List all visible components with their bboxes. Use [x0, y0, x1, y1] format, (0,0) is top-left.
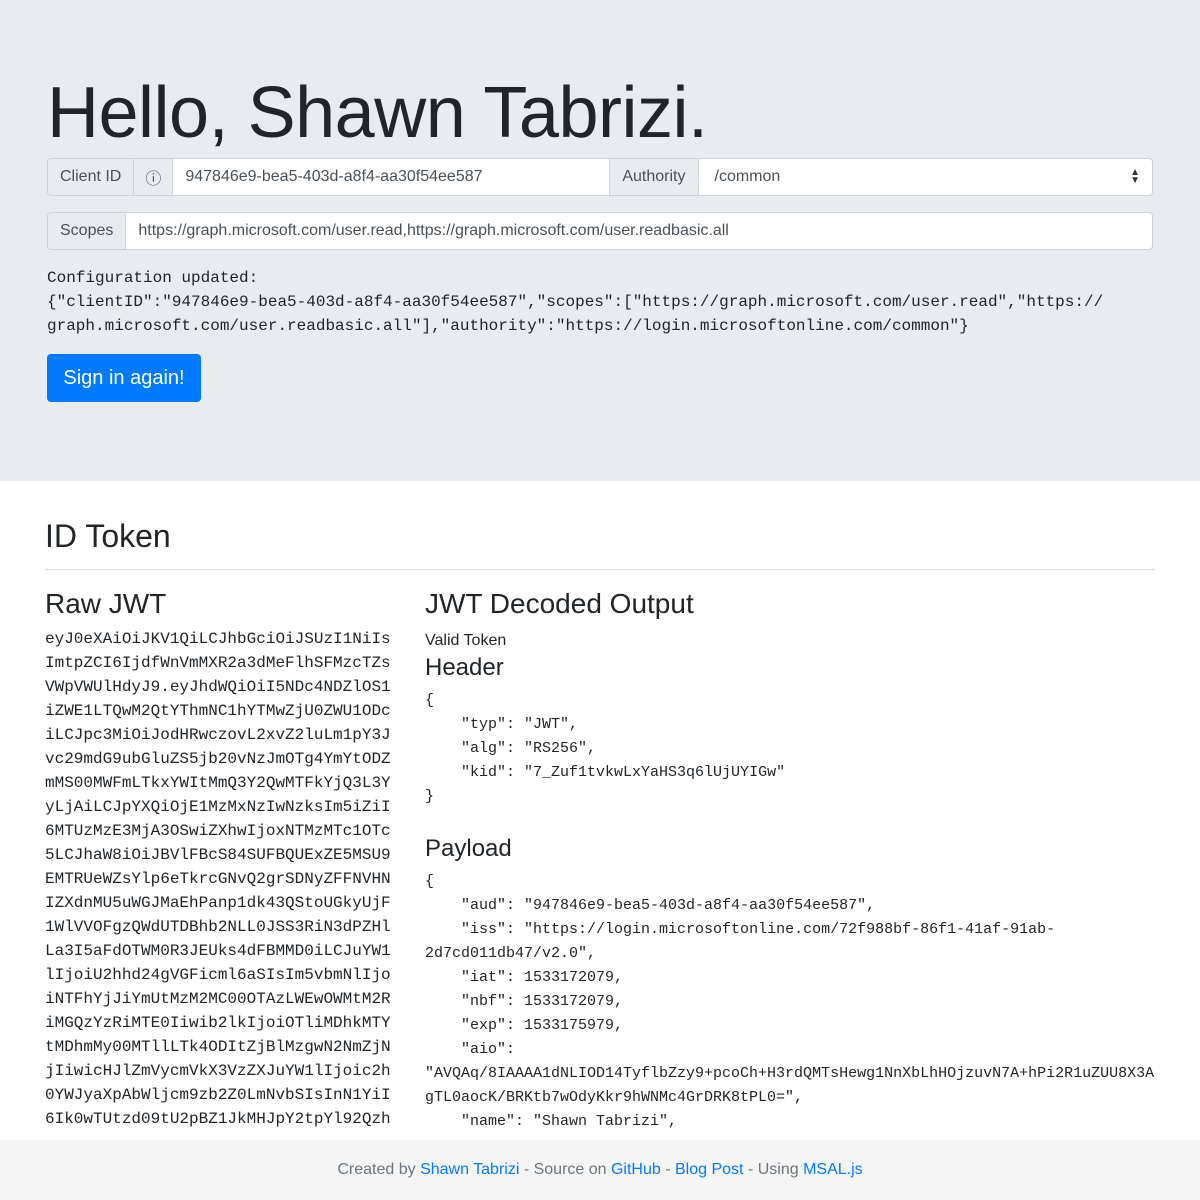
scopes-label: Scopes: [47, 212, 127, 250]
raw-jwt-text: eyJ0eXAiOiJKV1QiLCJhbGciOiJSUzI1NiIsImtp…: [45, 630, 391, 1128]
id-token-heading: ID Token: [45, 518, 171, 554]
scopes-input[interactable]: https://graph.microsoft.com/user.read,ht…: [125, 212, 1153, 250]
footer-text: -: [660, 1161, 675, 1178]
header-heading: Header: [425, 654, 504, 681]
configuration-status: Configuration updated: {"clientID":"9478…: [47, 269, 1104, 335]
authority-selected-value: /common: [714, 168, 781, 185]
blog-post-link[interactable]: Blog Post: [675, 1161, 743, 1179]
author-link[interactable]: Shawn Tabrizi: [420, 1161, 519, 1179]
info-circle-icon[interactable]: ⓘ: [133, 158, 174, 196]
page-title: Hello, Shawn Tabrizi.: [47, 73, 708, 153]
payload-heading: Payload: [425, 835, 512, 862]
msal-link[interactable]: MSAL.js: [803, 1161, 863, 1179]
valid-token-status: Valid Token: [425, 632, 507, 649]
header-json: { "typ": "JWT", "alg": "RS256", "kid": "…: [425, 692, 786, 805]
payload-json: { "aud": "947846e9-bea5-403d-a8f4-aa30f5…: [425, 873, 1155, 1130]
divider: [45, 569, 1155, 570]
client-authority-input-group: Client ID ⓘ 947846e9-bea5-403d-a8f4-aa30…: [47, 158, 1153, 196]
select-arrows-icon: ▲ ▼: [1130, 167, 1140, 186]
github-link[interactable]: GitHub: [611, 1161, 661, 1179]
authority-select[interactable]: /common ▲ ▼: [697, 158, 1153, 196]
footer-text: Created by: [337, 1161, 421, 1178]
client-id-label: Client ID: [47, 158, 135, 196]
decoded-output-heading: JWT Decoded Output: [425, 588, 694, 619]
sign-in-button[interactable]: Sign in again!: [47, 354, 201, 402]
raw-jwt-heading: Raw JWT: [45, 588, 167, 619]
client-id-input[interactable]: 947846e9-bea5-403d-a8f4-aa30f54ee587: [172, 158, 611, 196]
footer-text: - Using: [743, 1161, 804, 1178]
scopes-input-group: Scopes https://graph.microsoft.com/user.…: [47, 212, 1153, 250]
jumbotron: Hello, Shawn Tabrizi. Client ID ⓘ 947846…: [0, 0, 1200, 481]
footer-text: - Source on: [519, 1161, 611, 1178]
footer: Created by Shawn Tabrizi - Source on Git…: [0, 1140, 1200, 1200]
authority-label: Authority: [609, 158, 699, 196]
